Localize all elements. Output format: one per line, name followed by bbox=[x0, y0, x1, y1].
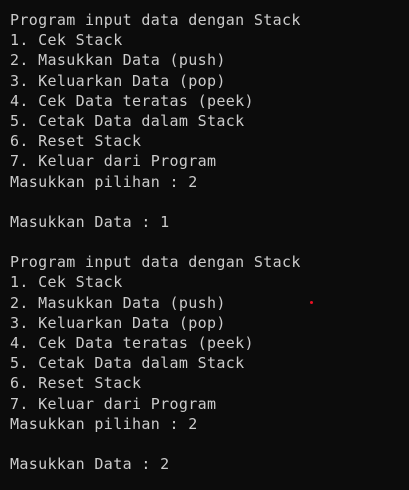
menu-option-pop: 3. Keluarkan Data (pop) bbox=[10, 313, 226, 332]
choice-prompt: Masukkan pilihan : 2 bbox=[10, 414, 198, 433]
menu-option-cek-stack: 1. Cek Stack bbox=[10, 31, 123, 50]
menu-option-push: 2. Masukkan Data (push) bbox=[10, 293, 226, 312]
menu-option-reset-stack: 6. Reset Stack bbox=[10, 374, 142, 393]
menu-title: Program input data dengan Stack bbox=[10, 253, 301, 272]
menu-option-pop: 3. Keluarkan Data (pop) bbox=[10, 71, 226, 90]
menu-option-peek: 4. Cek Data teratas (peek) bbox=[10, 334, 254, 352]
cursor-indicator bbox=[310, 301, 313, 304]
menu-option-peek: 4. Cek Data teratas (peek) bbox=[10, 91, 254, 110]
menu-option-print-stack: 5. Cetak Data dalam Stack bbox=[10, 354, 245, 373]
menu-option-reset-stack: 6. Reset Stack bbox=[10, 132, 142, 151]
menu-option-exit: 7. Keluar dari Program bbox=[10, 152, 217, 171]
data-input-prompt: Masukkan Data : 2 bbox=[10, 455, 170, 474]
menu-option-cek-stack: 1. Cek Stack bbox=[10, 273, 123, 292]
data-input-prompt: Masukkan Data : 1 bbox=[10, 212, 170, 231]
menu-option-print-stack: 5. Cetak Data dalam Stack bbox=[10, 111, 245, 130]
menu-option-exit: 7. Keluar dari Program bbox=[10, 394, 217, 413]
choice-prompt: Masukkan pilihan : 2 bbox=[10, 172, 198, 191]
menu-option-push: 2. Masukkan Data (push) bbox=[10, 51, 226, 70]
menu-title: Program input data dengan Stack bbox=[10, 11, 301, 29]
terminal-output[interactable]: Program input data dengan Stack 1. Cek S… bbox=[0, 0, 409, 490]
